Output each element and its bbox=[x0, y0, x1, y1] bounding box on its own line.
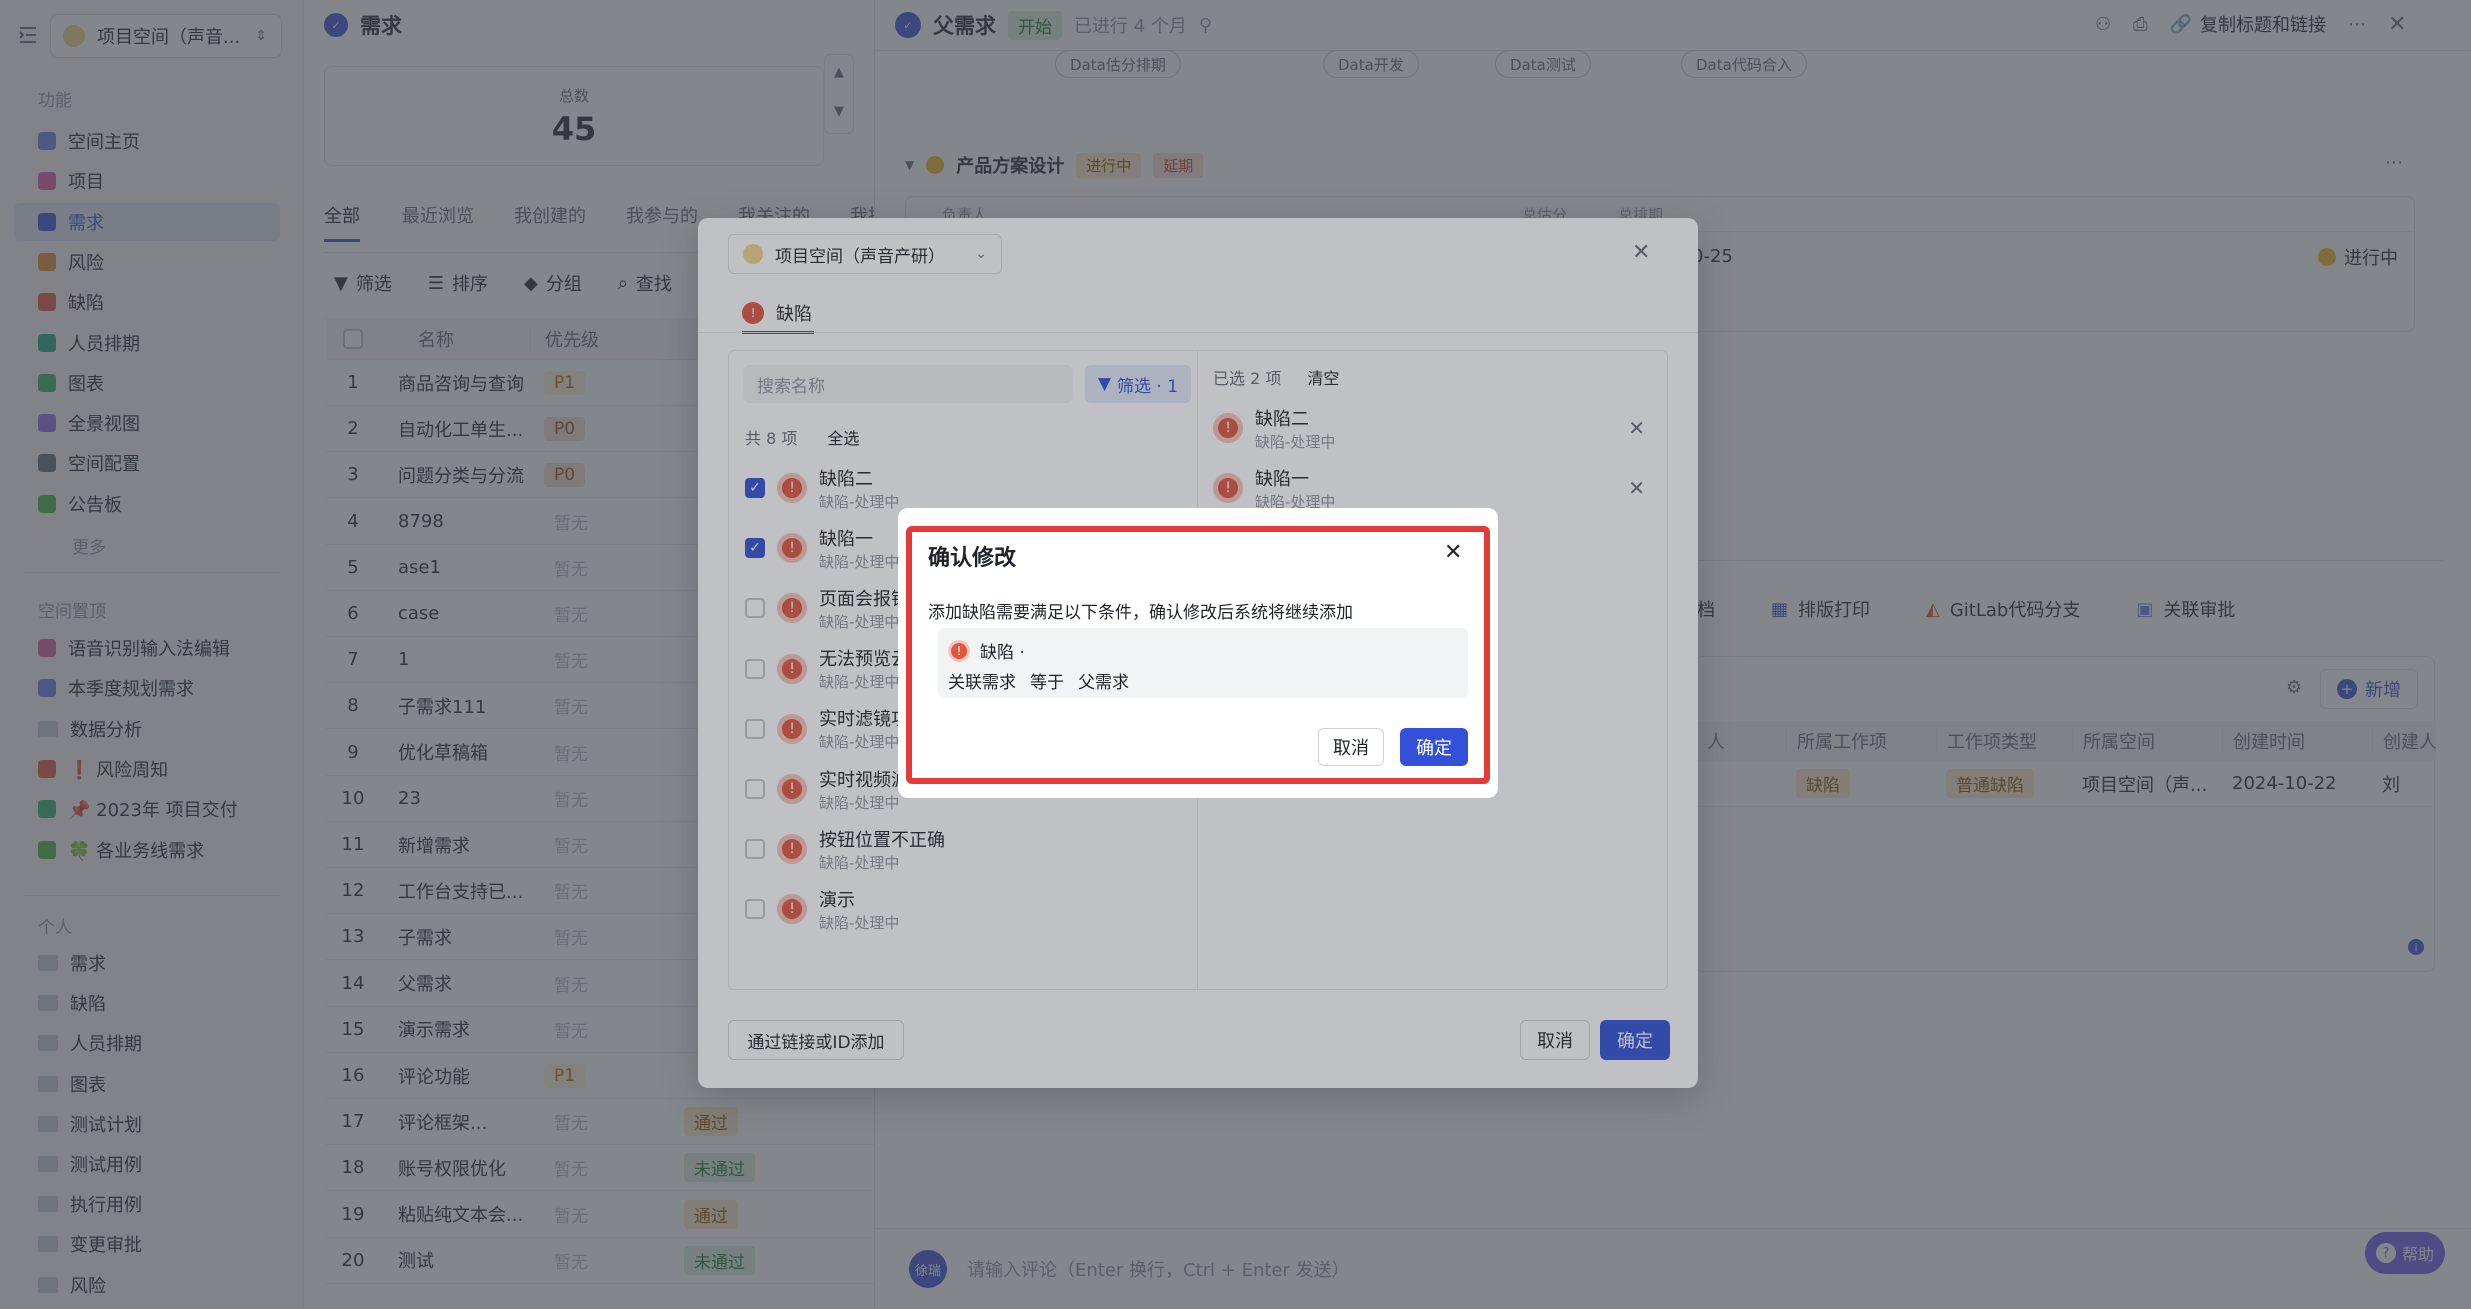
condition-type: 缺陷 · bbox=[980, 643, 1025, 663]
bug-icon: ! bbox=[948, 639, 970, 662]
confirm-ok-button[interactable]: 确定 bbox=[1400, 728, 1468, 766]
confirm-title: 确认修改 bbox=[928, 546, 1017, 571]
confirm-cancel-button[interactable]: 取消 bbox=[1318, 728, 1384, 766]
condition-operator: 等于 bbox=[1030, 673, 1064, 693]
confirm-dialog: 确认修改 ✕ 添加缺陷需要满足以下条件，确认修改后系统将继续添加 ! 缺陷 · … bbox=[898, 508, 1498, 798]
condition-value: 父需求 bbox=[1078, 673, 1129, 693]
confirm-message: 添加缺陷需要满足以下条件，确认修改后系统将继续添加 bbox=[928, 603, 1353, 623]
close-icon[interactable]: ✕ bbox=[1444, 540, 1462, 565]
condition-field: 关联需求 bbox=[948, 673, 1016, 693]
condition-box: ! 缺陷 · 关联需求 等于 父需求 bbox=[938, 628, 1468, 698]
